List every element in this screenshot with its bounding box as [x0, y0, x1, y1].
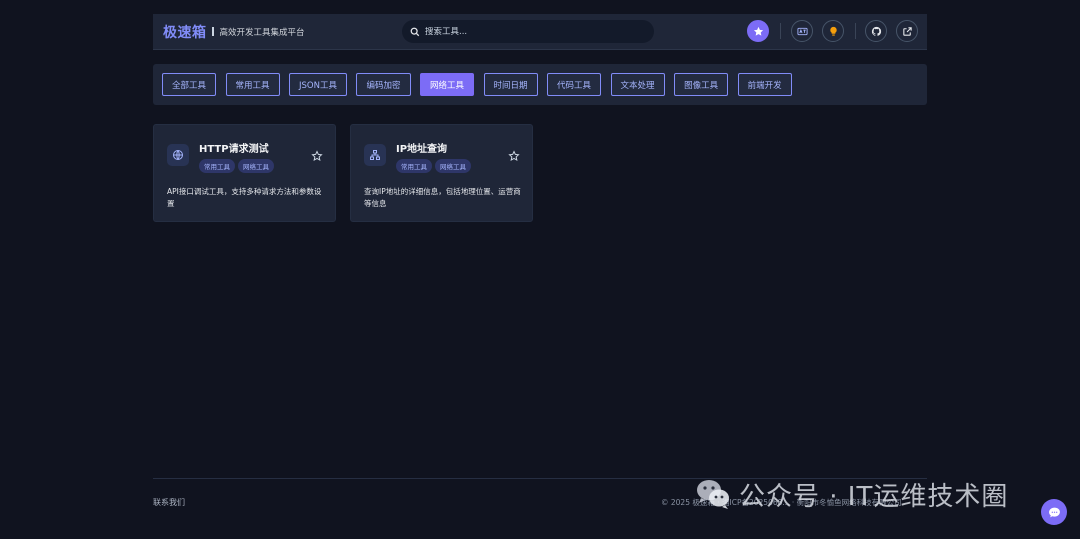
tool-tag: 常用工具: [396, 159, 432, 173]
tool-title: HTTP请求测试: [199, 144, 269, 155]
tool-title: IP地址查询: [396, 144, 448, 155]
logo-divider: [211, 27, 214, 36]
tool-tag: 网络工具: [435, 159, 471, 173]
favorites-button[interactable]: [747, 20, 769, 42]
github-icon: [871, 26, 881, 36]
category-tab-common[interactable]: 常用工具: [225, 73, 280, 96]
tool-description: 查询IP地址的详细信息，包括地理位置、运营商等信息: [364, 187, 521, 208]
globe-icon: [173, 150, 183, 160]
wechat-watermark: 公众号 · IT运维技术圈: [695, 476, 1008, 512]
tool-tags: 常用工具 网络工具: [199, 159, 277, 173]
category-tab-encoding[interactable]: 编码加密: [356, 73, 411, 96]
github-button[interactable]: [865, 20, 887, 42]
app-tagline: 高效开发工具集成平台: [219, 27, 305, 38]
category-tab-all[interactable]: 全部工具: [162, 73, 217, 96]
header-divider: [780, 23, 781, 39]
tool-icon-badge: [364, 144, 386, 166]
category-tab-frontend[interactable]: 前端开发: [737, 73, 792, 96]
watermark-text: 公众号 · IT运维技术圈: [739, 481, 1009, 512]
search-box[interactable]: [402, 20, 654, 43]
search-icon: [410, 27, 420, 36]
category-bar: 全部工具 常用工具 JSON工具 编码加密 网络工具 时间日期 代码工具 文本处…: [153, 64, 927, 105]
translate-icon: [796, 27, 808, 35]
tool-tag: 网络工具: [238, 159, 274, 173]
category-tab-network[interactable]: 网络工具: [420, 73, 475, 96]
tool-card-ip[interactable]: IP地址查询 常用工具 网络工具 查询IP地址的详细信息，包括地理位置、运营商等…: [350, 124, 533, 222]
chat-bubble-icon: [1048, 507, 1060, 517]
category-tab-json[interactable]: JSON工具: [289, 73, 347, 96]
tool-tags: 常用工具 网络工具: [396, 159, 474, 173]
category-tab-image[interactable]: 图像工具: [674, 73, 729, 96]
tips-button[interactable]: [822, 20, 844, 42]
wechat-icon: [697, 480, 729, 509]
category-tab-datetime[interactable]: 时间日期: [483, 73, 538, 96]
contact-link[interactable]: 联系我们: [153, 497, 185, 508]
star-icon: [753, 26, 763, 36]
tool-card-http[interactable]: HTTP请求测试 常用工具 网络工具 API接口调试工具，支持多种请求方法和参数…: [153, 124, 336, 222]
app-logo[interactable]: 极速箱: [163, 22, 207, 42]
favorite-star-icon[interactable]: [508, 150, 520, 162]
tool-icon-badge: [167, 144, 189, 166]
header-actions: [747, 20, 918, 42]
category-tab-code[interactable]: 代码工具: [547, 73, 602, 96]
category-tab-text[interactable]: 文本处理: [610, 73, 665, 96]
share-button[interactable]: [896, 20, 918, 42]
language-button[interactable]: [791, 20, 813, 42]
external-link-icon: [902, 26, 912, 36]
chat-button[interactable]: [1041, 499, 1067, 525]
tool-tag: 常用工具: [199, 159, 235, 173]
lightbulb-icon: [829, 26, 837, 36]
search-input[interactable]: [425, 26, 625, 37]
tool-description: API接口调试工具，支持多种请求方法和参数设置: [167, 187, 322, 208]
favorite-star-icon[interactable]: [311, 150, 323, 162]
top-header: 极速箱 高效开发工具集成平台: [153, 14, 927, 50]
network-icon: [370, 150, 380, 160]
header-divider: [855, 23, 856, 39]
